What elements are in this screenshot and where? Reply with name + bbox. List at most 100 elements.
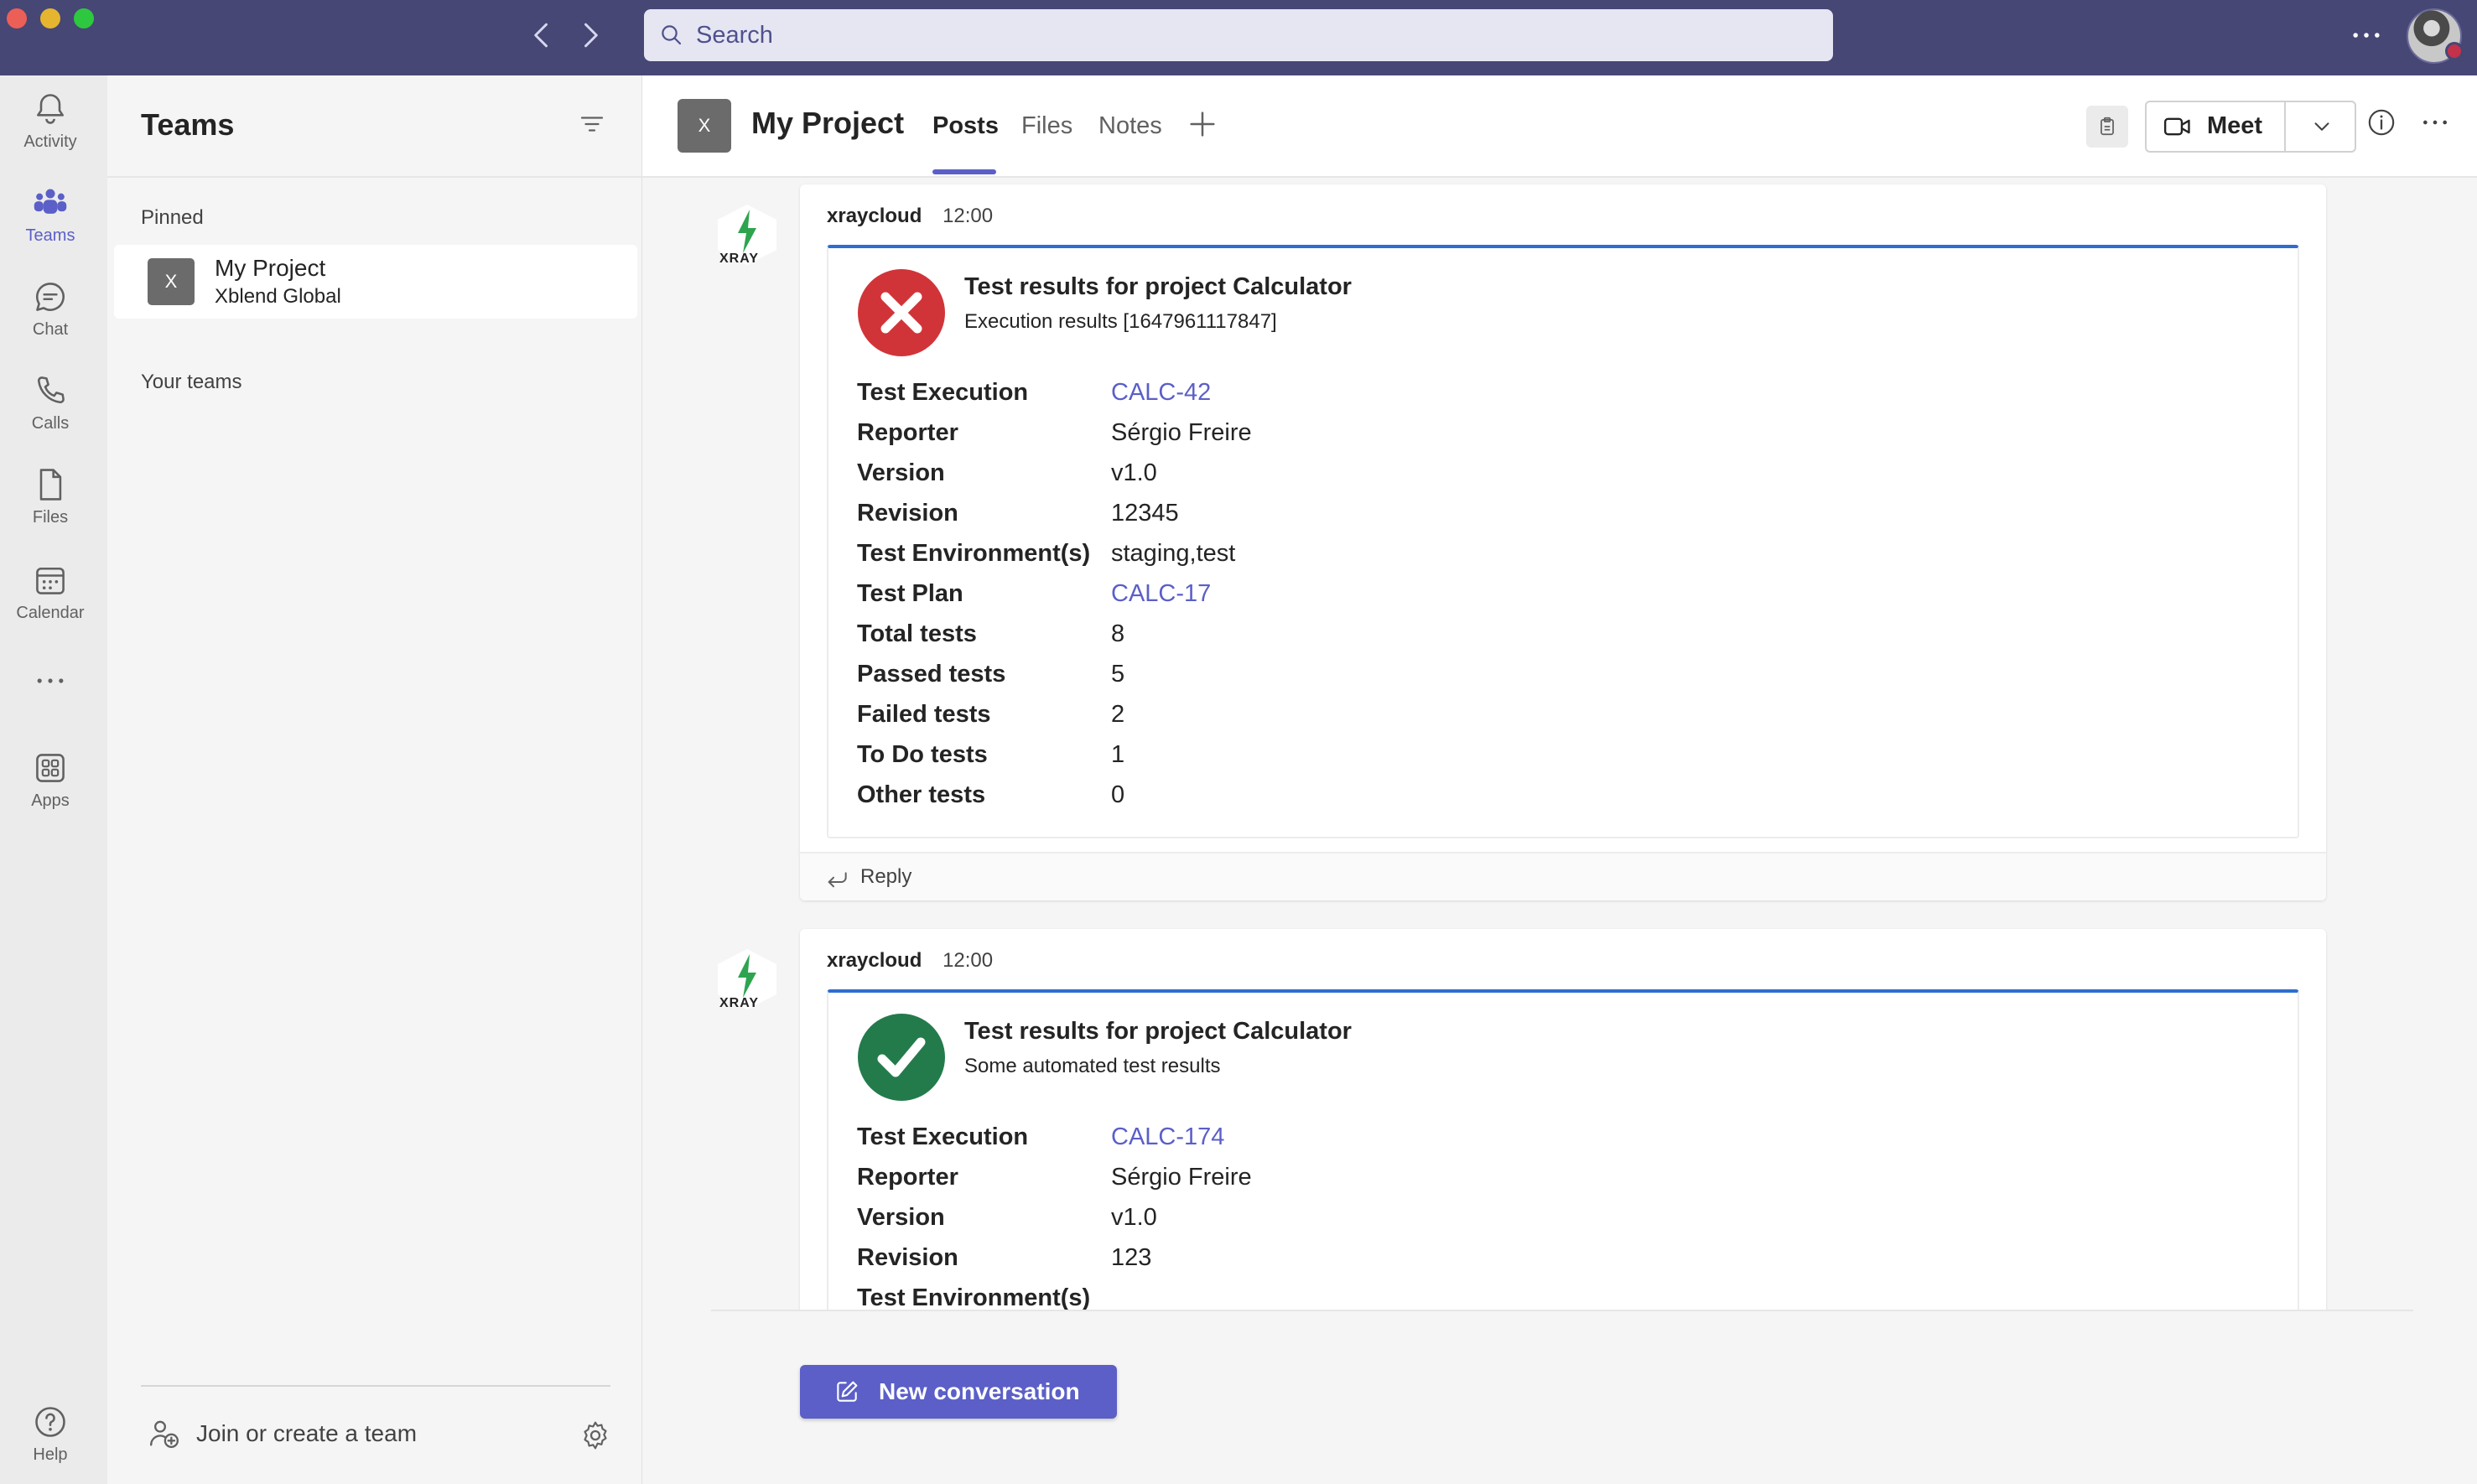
search-placeholder: Search [696, 21, 773, 49]
team-org: Xblend Global [215, 285, 341, 308]
more-horizontal-icon [2353, 33, 2380, 38]
plus-icon [1190, 112, 1215, 137]
fact-value: Sérgio Freire [1111, 419, 1252, 446]
more-horizontal-icon [2423, 120, 2447, 125]
more-horizontal-icon [37, 678, 64, 683]
rail-label: Apps [31, 791, 70, 810]
rail-item-calls[interactable]: Calls [0, 372, 101, 456]
channel-more-button[interactable] [2418, 106, 2452, 139]
pinned-section-label: Pinned [141, 206, 204, 229]
rail-label: Activity [23, 132, 77, 151]
rail-item-help[interactable]: Help [0, 1404, 101, 1484]
fact-key: Test Environment(s) [857, 1284, 1091, 1310]
video-camera-icon [2163, 117, 2190, 136]
fact-key: Other tests [857, 781, 986, 808]
message-author[interactable]: xraycloud [827, 205, 922, 227]
bot-label: XRAY [719, 252, 759, 266]
join-or-create-team-button[interactable]: Join or create a team [148, 1417, 417, 1450]
card-subtitle: Execution results [1647961117847] [964, 310, 1277, 333]
rail-item-calendar[interactable]: Calendar [0, 562, 101, 646]
fact-value: 2 [1111, 701, 1125, 728]
fact-key: Revision [857, 500, 958, 527]
bell-icon [37, 94, 64, 124]
panel-title: Teams [141, 107, 235, 142]
your-teams-section-label: Your teams [141, 371, 242, 393]
fact-value: 5 [1111, 661, 1125, 688]
card-title: Test results for project Calculator [964, 273, 1352, 300]
adaptive-card: Test results for project Calculator Exec… [827, 245, 2299, 838]
reply-button[interactable]: Reply [800, 852, 2326, 900]
failed-status-icon [858, 269, 945, 356]
fact-key: Passed tests [857, 661, 1006, 688]
fact-value: 123 [1111, 1244, 1152, 1271]
reply-label: Reply [860, 865, 912, 888]
teams-panel: Teams Pinned X My Project Xblend Global … [107, 75, 642, 1484]
settings-more-button[interactable] [2348, 17, 2385, 54]
fact-key: Reporter [857, 1164, 958, 1191]
add-tab-button[interactable] [1186, 107, 1219, 141]
app-rail: Activity Teams Chat Calls Files Calendar… [0, 75, 107, 1484]
bot-avatar[interactable]: XRAY [709, 201, 785, 277]
clipboard-button[interactable] [2086, 106, 2128, 148]
chevron-left-icon [534, 23, 548, 48]
test-execution-link[interactable]: CALC-42 [1111, 379, 1211, 407]
fact-key: To Do tests [857, 741, 988, 768]
filter-icon [580, 117, 604, 132]
search-input[interactable]: Search [644, 9, 1833, 61]
search-icon [662, 25, 682, 45]
test-execution-link[interactable]: CALC-174 [1111, 1123, 1224, 1151]
card-subtitle: Some automated test results [964, 1055, 1221, 1077]
rail-item-activity[interactable]: Activity [0, 91, 101, 174]
back-button[interactable] [523, 17, 560, 54]
apps-icon [36, 754, 65, 782]
tab-files[interactable]: Files [1021, 112, 1072, 140]
fact-key: Total tests [857, 620, 977, 647]
clipboard-icon [2101, 117, 2114, 136]
new-conversation-label: New conversation [879, 1378, 1080, 1404]
meet-button[interactable]: Meet [2145, 101, 2356, 153]
manage-teams-button[interactable] [579, 1419, 612, 1452]
rail-more-apps-button[interactable] [0, 662, 101, 746]
forward-button[interactable] [572, 17, 609, 54]
chevron-right-icon [584, 23, 598, 48]
rail-item-apps[interactable]: Apps [0, 750, 101, 833]
bot-avatar[interactable]: XRAY [709, 946, 785, 1021]
people-add-icon [149, 1420, 179, 1448]
conversation-feed[interactable]: XRAY xraycloud 12:00 Test results for pr… [642, 178, 2477, 1310]
active-tab-indicator [932, 169, 996, 174]
fact-key: Test Execution [857, 1123, 1029, 1150]
chevron-down-icon[interactable] [2309, 114, 2334, 139]
file-icon [39, 469, 62, 501]
chat-icon [35, 283, 65, 311]
filter-button[interactable] [577, 109, 607, 139]
fact-key: Test Execution [857, 379, 1029, 406]
close-window-button[interactable] [7, 8, 27, 29]
zoom-window-button[interactable] [74, 8, 94, 29]
channel-info-button[interactable] [2365, 106, 2398, 139]
info-icon [2368, 109, 2395, 136]
title-bar: Search [0, 0, 2477, 75]
message-author[interactable]: xraycloud [827, 949, 922, 972]
fact-key: Reporter [857, 419, 958, 446]
fact-key: Test Environment(s) [857, 540, 1091, 567]
help-icon [35, 1407, 65, 1437]
message-card: xraycloud 12:00 Test results for project… [800, 929, 2326, 1310]
passed-status-icon [858, 1014, 945, 1101]
new-conversation-button[interactable]: New conversation [800, 1365, 1117, 1419]
rail-item-files[interactable]: Files [0, 466, 101, 550]
message-time: 12:00 [943, 205, 994, 227]
fact-value: 8 [1111, 620, 1125, 647]
bot-label: XRAY [719, 996, 759, 1010]
fact-key: Failed tests [857, 701, 991, 728]
reply-arrow-icon [828, 872, 847, 888]
tab-notes[interactable]: Notes [1098, 112, 1162, 140]
channel-title: My Project [751, 106, 905, 140]
fact-key: Version [857, 1204, 945, 1231]
tab-posts[interactable]: Posts [932, 112, 999, 140]
divider [2284, 102, 2286, 151]
team-item-my-project[interactable]: X My Project Xblend Global [114, 245, 637, 319]
test-plan-link[interactable]: CALC-17 [1111, 580, 1211, 608]
minimize-window-button[interactable] [40, 8, 60, 29]
rail-item-chat[interactable]: Chat [0, 278, 101, 362]
rail-item-teams[interactable]: Teams [0, 184, 101, 268]
